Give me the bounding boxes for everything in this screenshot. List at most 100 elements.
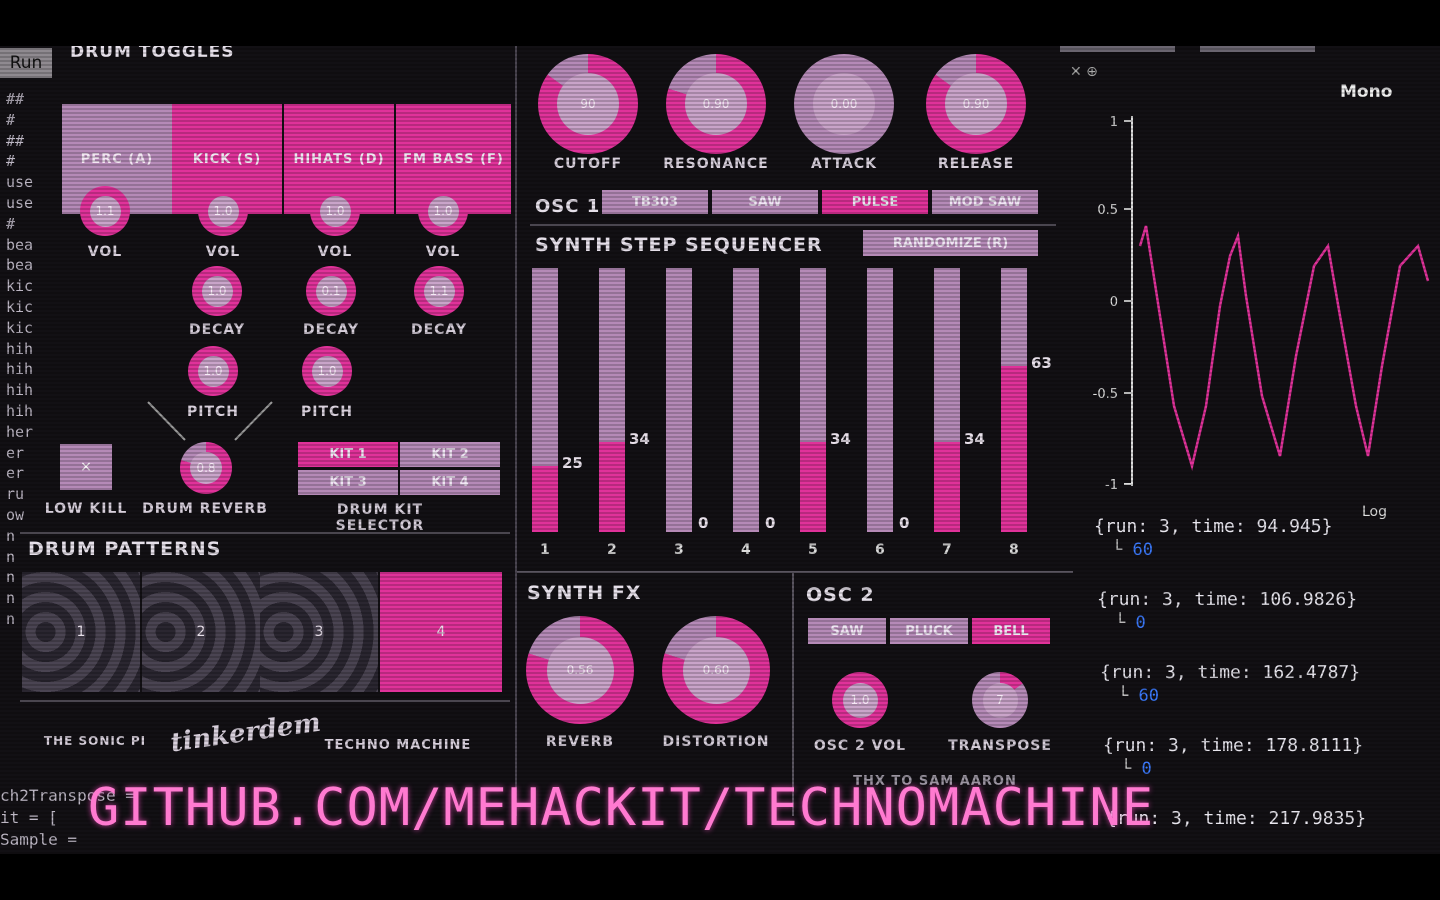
osc1-option-saw[interactable]: SAW: [712, 190, 818, 214]
osc1-label: OSC 1: [535, 196, 601, 217]
sequencer-step-number: 7: [942, 542, 952, 558]
sequencer-bar-6[interactable]: [867, 268, 893, 532]
osc2-knob-label: TRANSPOSE: [948, 738, 1052, 754]
scope-toolbar-icons[interactable]: ✕ ⊕: [1070, 64, 1098, 80]
scope-mode-label: Mono: [1340, 82, 1393, 102]
scope-tab-1[interactable]: [1060, 46, 1175, 52]
code-line: #: [6, 110, 16, 129]
synth-knob-release[interactable]: 0.90: [926, 54, 1026, 154]
osc2-option-saw[interactable]: SAW: [808, 618, 886, 644]
randomize-button[interactable]: RANDOMIZE (R): [863, 230, 1038, 256]
code-editor[interactable]: ## # ## # use use # bea bea kic kic kic hih hih hih hih…: [0, 90, 52, 810]
fx-knob-reverb[interactable]: 0.56: [526, 616, 634, 724]
kit-selector-label: DRUM KIT SELECTOR: [335, 502, 425, 534]
log-entry: {run: 3, time: 178.8111}: [1103, 735, 1364, 756]
run-button[interactable]: Run: [0, 48, 52, 78]
scope-tab-2[interactable]: [1200, 46, 1315, 52]
decay-label: DECAY: [188, 322, 246, 338]
sequencer-value: 25: [562, 454, 583, 472]
pitch-knob-value: 1.0: [203, 364, 223, 378]
kit-button-label: KIT 2: [431, 447, 469, 462]
drum-pattern-4[interactable]: 4: [380, 572, 502, 692]
pitch-connector-lines: [147, 401, 273, 441]
vol-label: VOL: [87, 244, 123, 260]
code-line: n: [6, 547, 16, 566]
code-line: ow: [6, 506, 25, 524]
synth-knob-label: CUTOFF: [553, 156, 623, 172]
vol-knob[interactable]: 1.0: [418, 186, 468, 236]
footer-left-divider: [20, 700, 510, 702]
kit-button-1[interactable]: KIT 1: [298, 442, 398, 467]
drum-toggle-label: PERC (A): [80, 151, 154, 167]
osc2-knob-osc-2-vol[interactable]: 1.0: [832, 672, 888, 728]
drum-reverb-knob[interactable]: 0.8: [180, 442, 232, 494]
log-value-text: 60: [1138, 686, 1159, 706]
github-url-overlay: GITHUB.COM/MEHACKIT/TECHNOMACHINE: [88, 778, 1155, 838]
synth-knob-attack[interactable]: 0.00: [794, 54, 894, 154]
decay-knob-value: 0.1: [321, 284, 341, 298]
vol-knob[interactable]: 1.0: [310, 186, 360, 236]
drum-toggle-label: KICK (S): [192, 151, 262, 167]
synth-knob-label: RESONANCE: [663, 156, 769, 172]
fx-knob-distortion[interactable]: 0.60: [662, 616, 770, 724]
kit-button-3[interactable]: KIT 3: [298, 470, 398, 495]
vol-knob[interactable]: 1.1: [80, 186, 130, 236]
sequencer-bar-5[interactable]: [800, 268, 826, 532]
sequencer-step-number: 3: [674, 542, 684, 558]
osc1-option-tb303[interactable]: TB303: [602, 190, 708, 214]
synth-knob-cutoff-value: 90: [580, 97, 596, 111]
sequencer-bar-4[interactable]: [733, 268, 759, 532]
osc1-option-pulse[interactable]: PULSE: [822, 190, 928, 214]
sequencer-value: 0: [698, 514, 709, 532]
decay-knob[interactable]: 1.1: [414, 266, 464, 316]
scope-tick-label: -0.5: [1093, 387, 1118, 402]
pitch-knob[interactable]: 1.0: [302, 346, 352, 396]
code-line: Sample =: [0, 830, 78, 849]
drum-pattern-2[interactable]: 2: [142, 572, 260, 692]
sequencer-bar-8[interactable]: [1001, 268, 1027, 532]
vol-knob[interactable]: 1.0: [198, 186, 248, 236]
code-line: ru: [6, 485, 25, 504]
osc1-option-mod-saw[interactable]: MOD SAW: [932, 190, 1038, 214]
osc2-option-pluck[interactable]: PLUCK: [890, 618, 968, 644]
sequencer-bar-2[interactable]: [599, 268, 625, 532]
sequencer-title: SYNTH STEP SEQUENCER: [535, 234, 823, 256]
decay-knob[interactable]: 1.0: [192, 266, 242, 316]
low-kill-toggle[interactable]: ×: [60, 444, 112, 490]
osc2-knob-transpose[interactable]: 7: [972, 672, 1028, 728]
scope-tick-label: 0: [1110, 295, 1118, 310]
osc2-option-label: PLUCK: [905, 623, 953, 639]
log-entry-value: └ 0: [1115, 613, 1146, 633]
log-entry-value: └ 0: [1121, 759, 1152, 779]
synth-knob-resonance[interactable]: 0.90: [666, 54, 766, 154]
drum-pattern-1[interactable]: 1: [22, 572, 140, 692]
log-value-text: 60: [1132, 540, 1153, 560]
log-entry-value: └ 60: [1118, 686, 1159, 706]
drum-pattern-label: 3: [314, 624, 324, 640]
drum-pattern-3[interactable]: 3: [260, 572, 378, 692]
code-line: n: [6, 526, 16, 545]
code-line: kic: [6, 298, 34, 316]
sequencer-bar-fill: [1001, 365, 1027, 532]
vol-label: VOL: [205, 244, 241, 260]
kit-button-4[interactable]: KIT 4: [400, 470, 500, 495]
log-value-text: 0: [1141, 759, 1152, 779]
sequencer-step-number: 8: [1009, 542, 1019, 558]
pitch-knob[interactable]: 1.0: [188, 346, 238, 396]
drum-toggles-title: DRUM TOGGLES: [70, 46, 235, 62]
osc2-title: OSC 2: [806, 584, 875, 606]
osc2-option-bell[interactable]: BELL: [972, 618, 1050, 644]
code-line: hih: [6, 381, 34, 400]
sequencer-bar-3[interactable]: [666, 268, 692, 532]
decay-knob[interactable]: 0.1: [306, 266, 356, 316]
kit-button-2[interactable]: KIT 2: [400, 442, 500, 467]
sequencer-bar-1[interactable]: [532, 268, 558, 532]
sequencer-bar-7[interactable]: [934, 268, 960, 532]
code-line: kic: [6, 318, 34, 337]
sequencer-step-number: 2: [607, 542, 617, 558]
code-line: n: [6, 610, 16, 628]
log-value-text: 0: [1135, 613, 1146, 633]
synth-knob-label: RELEASE: [937, 156, 1015, 172]
osc1-option-label: MOD SAW: [948, 194, 1022, 210]
synth-knob-cutoff[interactable]: 90: [538, 54, 638, 154]
